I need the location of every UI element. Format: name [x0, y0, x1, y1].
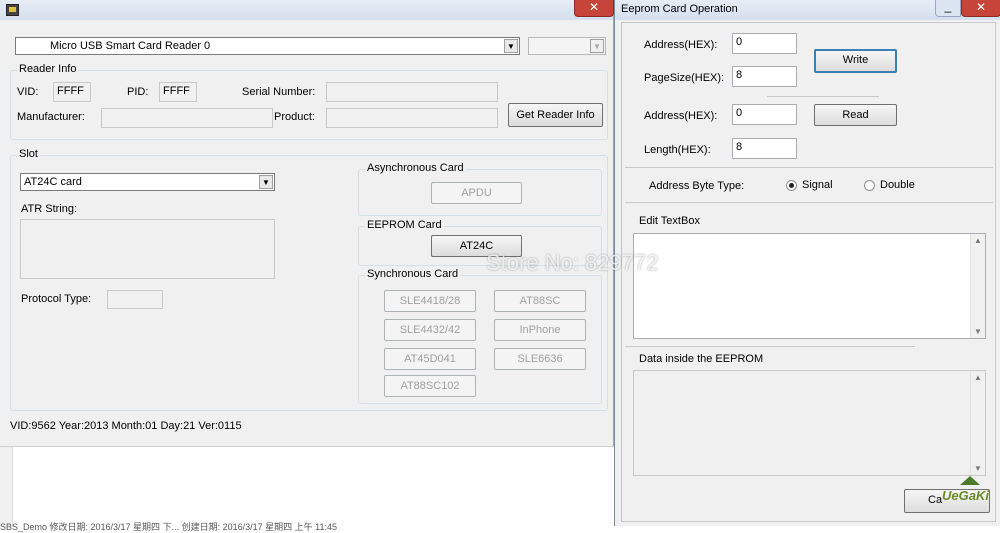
device-select[interactable]: Micro USB Smart Card Reader 0 ▼: [15, 37, 520, 55]
vid-field: FFFF: [53, 82, 91, 102]
write-button[interactable]: Write: [814, 49, 897, 73]
pid-field: FFFF: [159, 82, 197, 102]
sle4418-button[interactable]: SLE4418/28: [384, 290, 476, 312]
eeprom-titlebar: Eeprom Card Operation _ ✕: [615, 0, 1000, 20]
at45d041-button[interactable]: AT45D041: [384, 348, 476, 370]
data-separator: [625, 346, 915, 347]
scroll-up-icon[interactable]: ▲: [974, 236, 982, 245]
house-icon: [960, 476, 980, 485]
pagesize-label: PageSize(HEX):: [644, 72, 725, 84]
serial-number-label: Serial Number:: [242, 86, 316, 98]
chevron-down-icon[interactable]: ▼: [590, 39, 604, 53]
atr-string-box[interactable]: [20, 219, 275, 279]
radio-double-label[interactable]: Double: [880, 179, 915, 191]
product-label: Product:: [274, 111, 315, 123]
async-card-title: Asynchronous Card: [365, 162, 466, 174]
edit-textbox[interactable]: ▲ ▼: [633, 233, 986, 339]
file-info-text: SBS_Demo 修改日期: 2016/3/17 星期四 下... 创建日期: …: [0, 522, 337, 532]
inphone-button[interactable]: InPhone: [494, 319, 586, 341]
eeprom-card-title: EEPROM Card: [365, 219, 444, 231]
eeprom-data-scrollbar[interactable]: ▲ ▼: [970, 371, 985, 475]
radio-signal-label[interactable]: Signal: [802, 179, 833, 191]
write-read-separator: [767, 96, 879, 97]
reader-info-title: Reader Info: [17, 63, 79, 75]
minimize-button[interactable]: _: [935, 0, 961, 17]
radio-double[interactable]: [864, 180, 875, 191]
status-bar-text: VID:9562 Year:2013 Month:01 Day:21 Ver:0…: [10, 420, 242, 432]
edit-textbox-scrollbar[interactable]: ▲ ▼: [970, 234, 985, 338]
sle6636-button[interactable]: SLE6636: [494, 348, 586, 370]
radio-signal[interactable]: [786, 180, 797, 191]
sle4432-button[interactable]: SLE4432/42: [384, 319, 476, 341]
taskbar-scrollbar[interactable]: [0, 447, 13, 527]
read-address-input[interactable]: 0: [732, 104, 797, 125]
address-byte-type-label: Address Byte Type:: [649, 180, 745, 192]
eeprom-close-button[interactable]: ✕: [961, 0, 1000, 17]
sync-card-title: Synchronous Card: [365, 268, 461, 280]
main-titlebar: ✕: [0, 0, 614, 20]
protocol-type-label: Protocol Type:: [21, 293, 92, 305]
eeprom-window: Eeprom Card Operation _ ✕ Address(HEX): …: [614, 0, 1000, 526]
logo-text: UeGaKi: [942, 488, 989, 503]
watermark-text: Store No: 829772: [486, 250, 659, 275]
chevron-down-icon[interactable]: ▼: [504, 39, 518, 53]
main-window: ✕ Micro USB Smart Card Reader 0 ▼ ▼ Read…: [0, 0, 614, 446]
chevron-down-icon[interactable]: ▼: [259, 175, 273, 189]
app-icon: [6, 4, 19, 16]
manufacturer-field: [101, 108, 273, 128]
vid-label: VID:: [17, 86, 39, 98]
apdu-button[interactable]: APDU: [431, 182, 522, 204]
write-address-input[interactable]: 0: [732, 33, 797, 54]
secondary-select[interactable]: ▼: [528, 37, 606, 55]
pid-label: PID:: [127, 86, 149, 98]
brand-logo: UeGaKi: [940, 476, 1000, 512]
card-type-select[interactable]: AT24C card ▼: [20, 173, 275, 191]
device-select-value: Micro USB Smart Card Reader 0: [50, 40, 211, 52]
main-close-button[interactable]: ✕: [574, 0, 614, 17]
options-separator: [625, 167, 993, 168]
edit-separator: [625, 202, 993, 203]
data-inside-eeprom-label: Data inside the EEPROM: [639, 353, 764, 365]
at88sc102-button[interactable]: AT88SC102: [384, 375, 476, 397]
slot-title: Slot: [17, 148, 40, 160]
card-type-value: AT24C card: [24, 176, 82, 188]
product-field: [326, 108, 498, 128]
read-button[interactable]: Read: [814, 104, 897, 126]
write-address-label: Address(HEX):: [644, 39, 718, 51]
get-reader-info-button[interactable]: Get Reader Info: [508, 103, 603, 127]
taskbar-strip: SBS_Demo 修改日期: 2016/3/17 星期四 下... 创建日期: …: [0, 446, 614, 532]
length-label: Length(HEX):: [644, 144, 711, 156]
scroll-down-icon[interactable]: ▼: [974, 464, 982, 473]
scroll-up-icon[interactable]: ▲: [974, 373, 982, 382]
serial-number-field: [326, 82, 498, 102]
eeprom-data-box[interactable]: ▲ ▼: [633, 370, 986, 476]
atr-string-label: ATR String:: [21, 203, 78, 215]
at88sc-button[interactable]: AT88SC: [494, 290, 586, 312]
eeprom-window-title: Eeprom Card Operation: [621, 3, 738, 15]
scroll-down-icon[interactable]: ▼: [974, 327, 982, 336]
manufacturer-label: Manufacturer:: [17, 111, 85, 123]
edit-textbox-label: Edit TextBox: [639, 215, 700, 227]
read-address-label: Address(HEX):: [644, 110, 718, 122]
pagesize-input[interactable]: 8: [732, 66, 797, 87]
protocol-type-field: [107, 290, 163, 309]
length-input[interactable]: 8: [732, 138, 797, 159]
